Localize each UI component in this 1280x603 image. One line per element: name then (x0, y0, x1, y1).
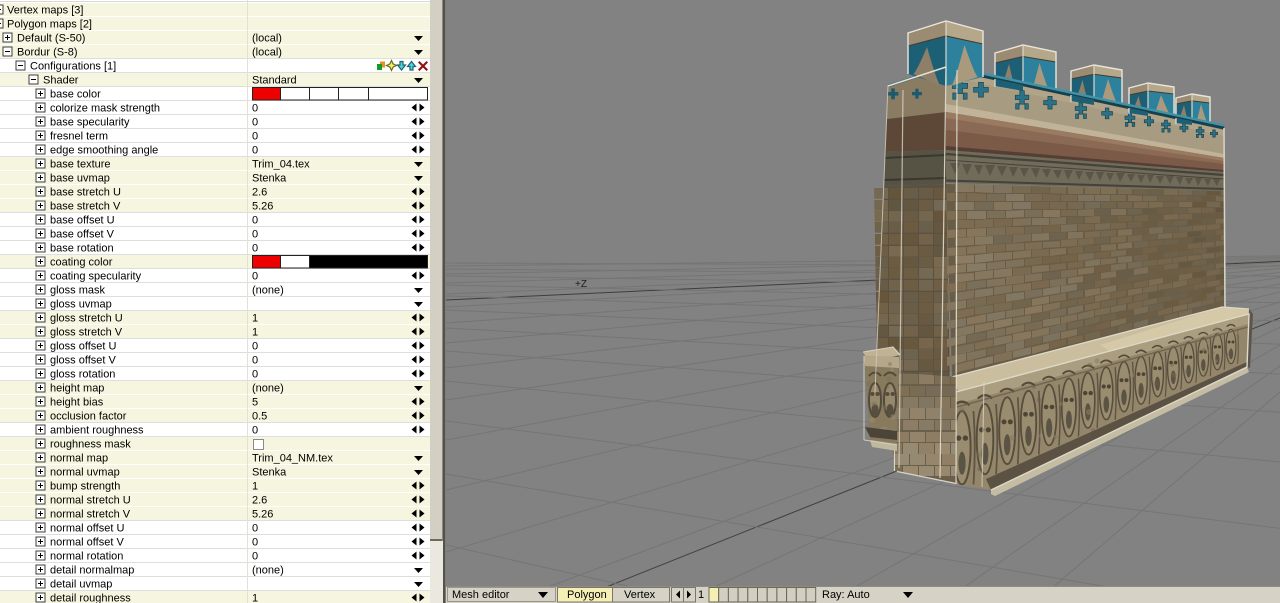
svg-text:fresnel term: fresnel term (50, 131, 108, 143)
svg-text:detail normalmap: detail normalmap (50, 565, 134, 577)
svg-text:ambient roughness: ambient roughness (50, 425, 144, 437)
svg-text:0: 0 (252, 355, 258, 367)
svg-text:Mesh editor: Mesh editor (452, 589, 510, 601)
svg-text:occlusion factor: occlusion factor (50, 411, 127, 423)
svg-text:(none): (none) (252, 285, 284, 297)
svg-text:base offset V: base offset V (50, 229, 115, 241)
svg-text:normal uvmap: normal uvmap (50, 467, 120, 479)
svg-text:Vertex maps [3]: Vertex maps [3] (7, 5, 83, 17)
svg-text:1: 1 (252, 327, 258, 339)
svg-text:gloss stretch U: gloss stretch U (50, 313, 123, 325)
svg-text:normal stretch V: normal stretch V (50, 509, 131, 521)
svg-text:Vertex: Vertex (624, 589, 656, 601)
svg-text:normal offset U: normal offset U (50, 523, 124, 535)
svg-text:normal stretch U: normal stretch U (50, 495, 131, 507)
svg-text:(none): (none) (252, 565, 284, 577)
svg-text:base stretch U: base stretch U (50, 187, 121, 199)
svg-text:0: 0 (252, 131, 258, 143)
svg-text:Trim_04_NM.tex: Trim_04_NM.tex (252, 453, 333, 465)
svg-text:Ray: Auto: Ray: Auto (822, 589, 870, 601)
svg-text:bump strength: bump strength (50, 481, 120, 493)
svg-text:Trim_04.tex: Trim_04.tex (252, 159, 310, 171)
svg-text:1: 1 (252, 313, 258, 325)
svg-text:+Z: +Z (575, 279, 587, 290)
svg-text:1: 1 (252, 593, 258, 603)
svg-text:0: 0 (252, 537, 258, 549)
svg-text:base color: base color (50, 89, 101, 101)
svg-text:edge smoothing angle: edge smoothing angle (50, 145, 158, 157)
svg-text:(none): (none) (252, 383, 284, 395)
svg-text:Configurations [1]: Configurations [1] (30, 61, 116, 73)
svg-text:normal map: normal map (50, 453, 108, 465)
svg-text:(local): (local) (252, 33, 282, 45)
svg-text:0: 0 (252, 117, 258, 129)
svg-text:detail roughness: detail roughness (50, 593, 131, 603)
svg-text:Stenka: Stenka (252, 173, 287, 185)
svg-text:normal rotation: normal rotation (50, 551, 123, 563)
svg-text:Standard: Standard (252, 75, 297, 87)
svg-text:Polygon: Polygon (567, 589, 607, 601)
svg-text:coating specularity: coating specularity (50, 271, 142, 283)
svg-text:0: 0 (252, 341, 258, 353)
svg-text:coating color: coating color (50, 257, 113, 269)
svg-text:0: 0 (252, 425, 258, 437)
svg-text:gloss offset V: gloss offset V (50, 355, 116, 367)
svg-text:normal offset V: normal offset V (50, 537, 124, 549)
svg-text:Polygon maps [2]: Polygon maps [2] (7, 19, 92, 31)
svg-text:base texture: base texture (50, 159, 111, 171)
svg-text:0: 0 (252, 551, 258, 563)
svg-text:2.6: 2.6 (252, 495, 267, 507)
svg-text:detail uvmap: detail uvmap (50, 579, 112, 591)
svg-text:5.26: 5.26 (252, 201, 273, 213)
svg-text:1: 1 (252, 481, 258, 493)
svg-text:height map: height map (50, 383, 104, 395)
svg-text:Bordur (S-8): Bordur (S-8) (17, 47, 78, 59)
svg-text:0: 0 (252, 215, 258, 227)
svg-text:0.5: 0.5 (252, 411, 267, 423)
svg-text:gloss uvmap: gloss uvmap (50, 299, 112, 311)
svg-text:gloss offset U: gloss offset U (50, 341, 116, 353)
svg-text:0: 0 (252, 145, 258, 157)
svg-text:base offset U: base offset U (50, 215, 115, 227)
svg-text:gloss stretch V: gloss stretch V (50, 327, 123, 339)
svg-text:base uvmap: base uvmap (50, 173, 110, 185)
svg-text:gloss rotation: gloss rotation (50, 369, 115, 381)
svg-text:0: 0 (252, 523, 258, 535)
svg-text:5.26: 5.26 (252, 509, 273, 521)
svg-text:Shader: Shader (43, 75, 79, 87)
svg-text:Stenka: Stenka (252, 467, 287, 479)
svg-text:base stretch V: base stretch V (50, 201, 121, 213)
svg-text:2.6: 2.6 (252, 187, 267, 199)
svg-text:roughness mask: roughness mask (50, 439, 131, 451)
svg-text:0: 0 (252, 229, 258, 241)
svg-text:base specularity: base specularity (50, 117, 130, 129)
svg-text:0: 0 (252, 243, 258, 255)
svg-text:(local): (local) (252, 47, 282, 59)
svg-text:height bias: height bias (50, 397, 104, 409)
svg-text:0: 0 (252, 103, 258, 115)
svg-text:5: 5 (252, 397, 258, 409)
svg-text:1: 1 (698, 589, 704, 601)
svg-text:colorize mask strength: colorize mask strength (50, 103, 160, 115)
svg-text:gloss mask: gloss mask (50, 285, 106, 297)
svg-text:0: 0 (252, 369, 258, 381)
svg-text:base rotation: base rotation (50, 243, 114, 255)
svg-text:0: 0 (252, 271, 258, 283)
svg-text:Default (S-50): Default (S-50) (17, 33, 85, 45)
